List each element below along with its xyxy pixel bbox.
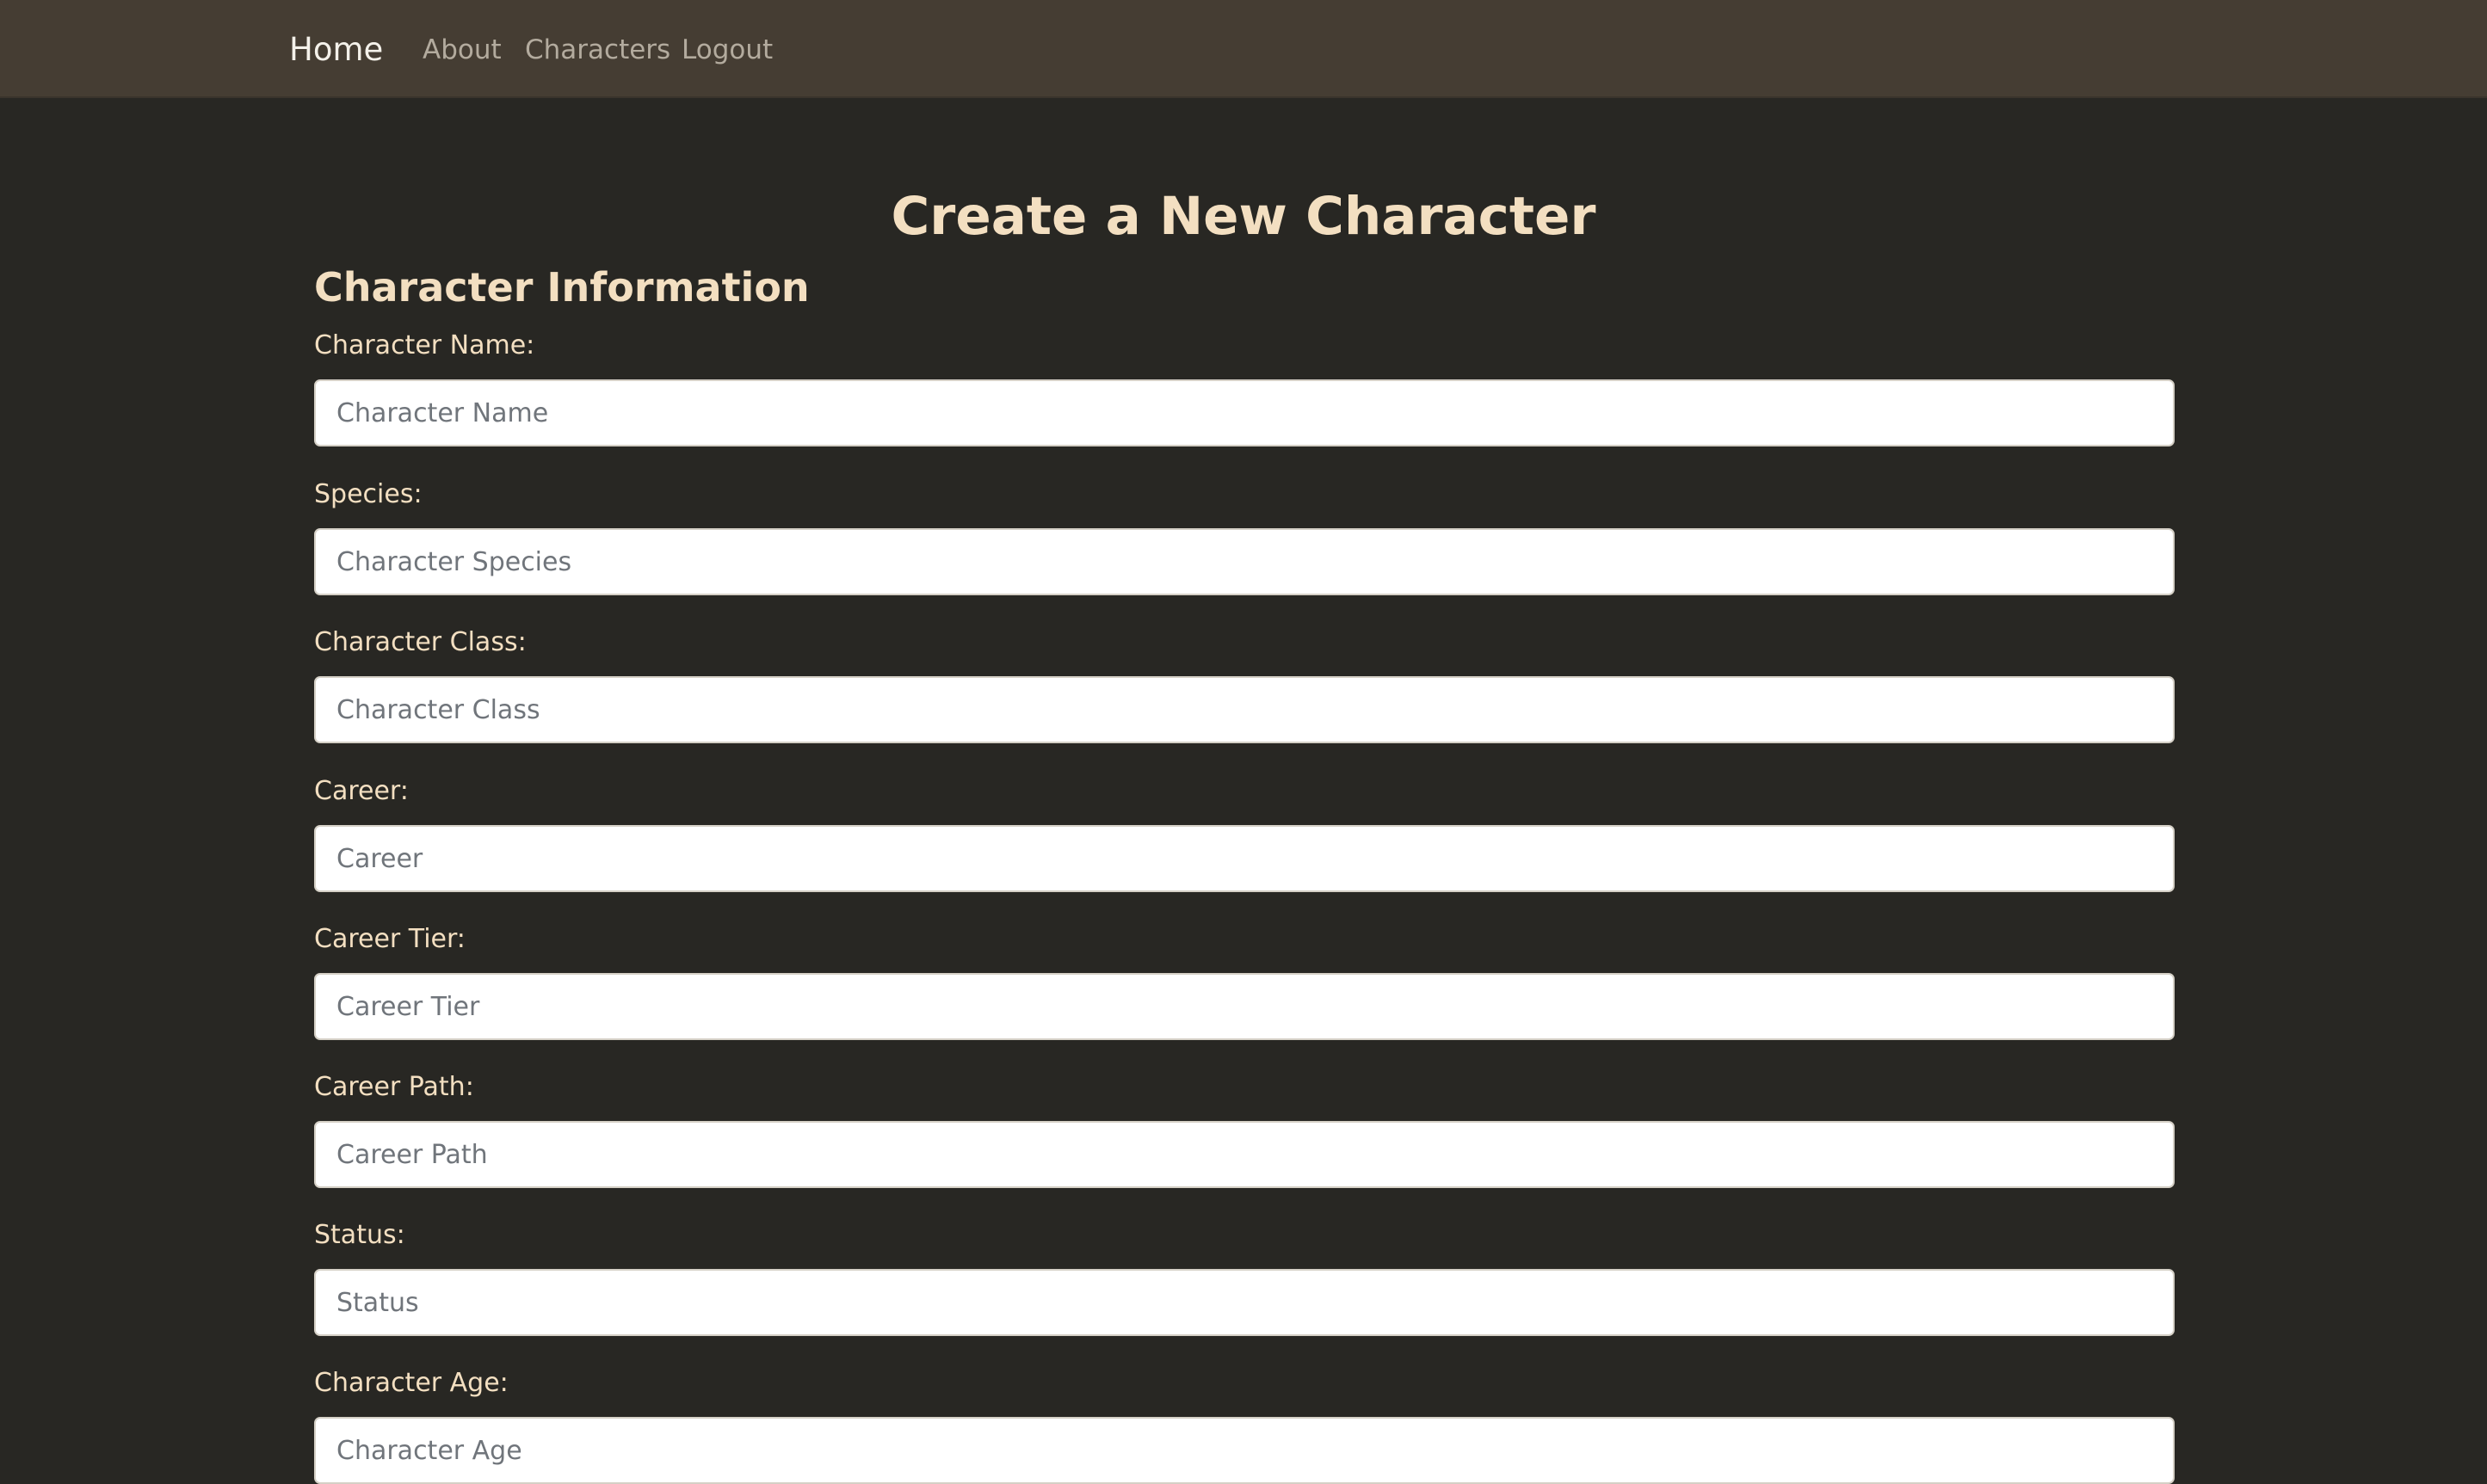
page-title: Create a New Character bbox=[891, 186, 1596, 247]
character-name-label: Character Name: bbox=[314, 330, 535, 360]
character-age-input[interactable] bbox=[314, 1417, 2175, 1484]
status-input[interactable] bbox=[314, 1269, 2175, 1336]
nav-link-about[interactable]: About bbox=[423, 31, 502, 69]
status-label: Status: bbox=[314, 1220, 405, 1250]
career-label: Career: bbox=[314, 776, 409, 806]
species-input[interactable] bbox=[314, 528, 2175, 595]
career-tier-input[interactable] bbox=[314, 973, 2175, 1040]
navbar: Home About Characters Logout bbox=[0, 0, 2487, 98]
career-path-input[interactable] bbox=[314, 1121, 2175, 1188]
character-name-input[interactable] bbox=[314, 379, 2175, 446]
nav-link-logout[interactable]: Logout bbox=[682, 31, 773, 69]
nav-brand-home[interactable]: Home bbox=[289, 28, 383, 71]
character-age-label: Character Age: bbox=[314, 1368, 509, 1398]
career-path-label: Career Path: bbox=[314, 1072, 474, 1102]
character-class-input[interactable] bbox=[314, 676, 2175, 743]
character-class-label: Character Class: bbox=[314, 627, 527, 657]
nav-link-characters[interactable]: Characters bbox=[525, 31, 670, 69]
career-input[interactable] bbox=[314, 825, 2175, 892]
species-label: Species: bbox=[314, 479, 423, 509]
career-tier-label: Career Tier: bbox=[314, 924, 466, 954]
section-title: Character Information bbox=[314, 264, 810, 311]
